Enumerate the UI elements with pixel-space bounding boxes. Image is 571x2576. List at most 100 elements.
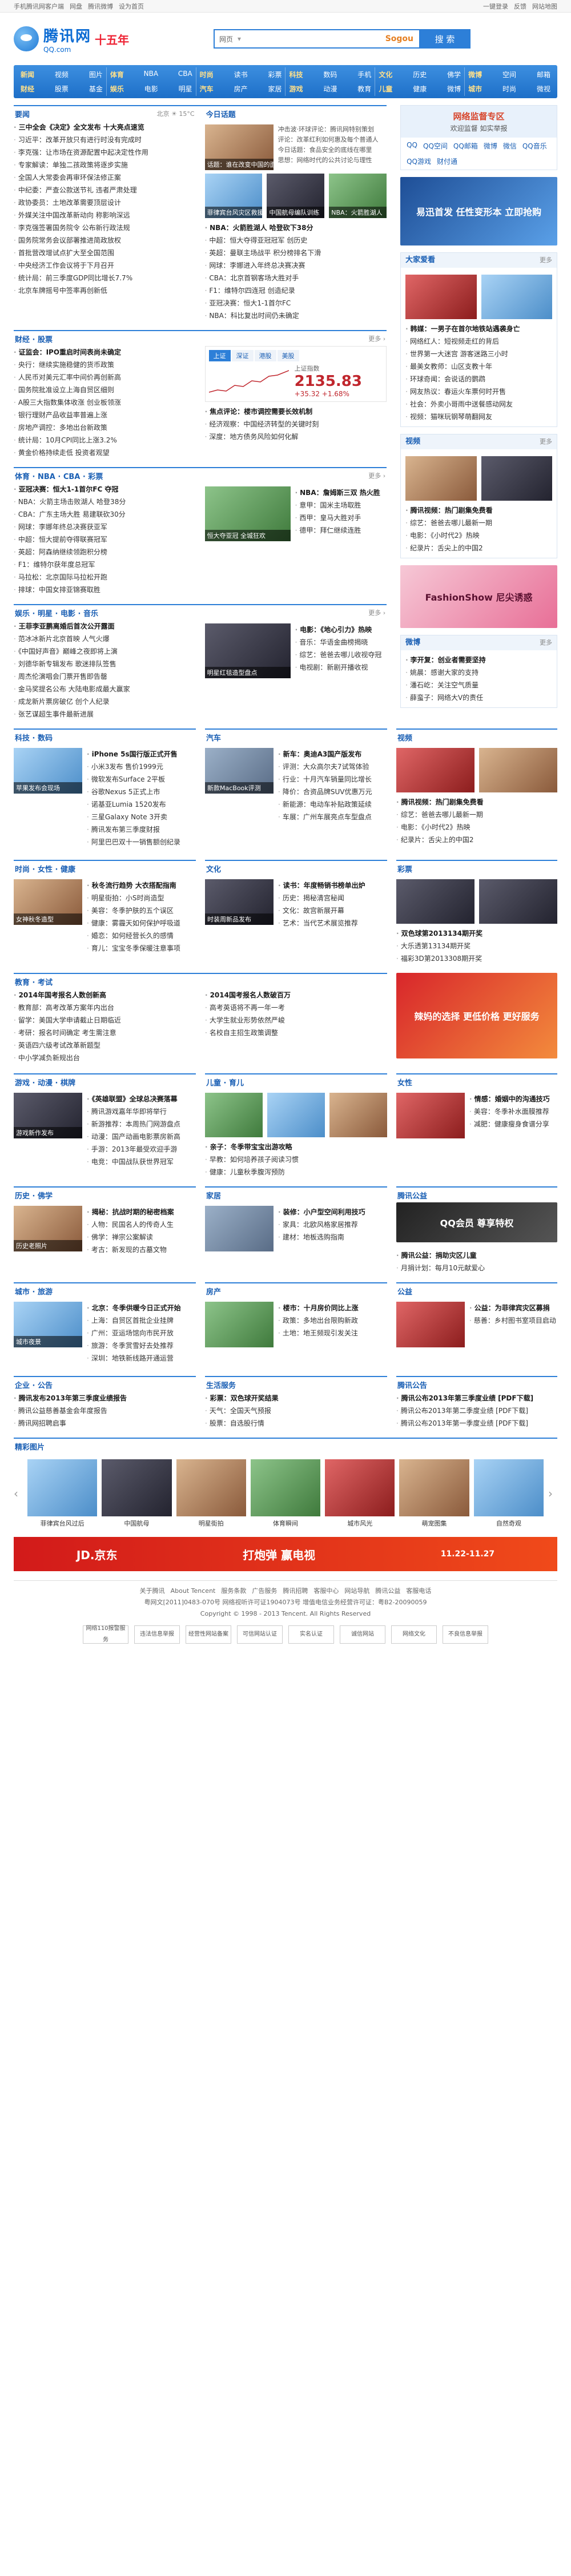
tencent-notice-title[interactable]: 腾讯公告 [397,1379,427,1390]
news-item[interactable]: · 李克强签署国务院令 公布新行政法规 [14,222,196,234]
tech-image[interactable]: 苹果发布会现场 [14,748,82,794]
women-title[interactable]: 女性 [397,1077,412,1088]
top-link[interactable]: 一键登录 [483,3,508,10]
news-item[interactable]: · 首批营改增试点扩大至全国范围 [14,247,196,259]
chevron-right-icon[interactable]: › [548,1487,557,1500]
kids-item[interactable]: · 健康：儿童秋季腹泻预防 [205,1166,387,1178]
footer-link[interactable]: 客服中心 [313,1587,339,1595]
nav-item[interactable]: 家居 [268,84,282,94]
culture-item[interactable]: · 读书：年度畅销书榜单出炉 [278,879,387,892]
games-item[interactable]: · 新游推荐：本周热门网游盘点 [87,1118,196,1130]
search-type-select[interactable]: 网页 [219,34,233,44]
news-item[interactable]: · 国务院常务会议部署推进简政放权 [14,234,196,247]
stock-note[interactable]: · 焦点评论：楼市调控需要长效机制 [205,405,387,418]
more-link[interactable]: 更多 › [368,608,385,617]
edu-title[interactable]: 教育 · 考试 [15,976,53,987]
fashion-item[interactable]: · 健康：雾霾天如何保护呼吸道 [87,917,196,929]
fashion-item[interactable]: · 美容：冬季护肤的五个误区 [87,904,196,917]
stock-note[interactable]: · 经济观察：中国经济转型的关键时刻 [205,418,387,430]
auto-item[interactable]: · 降价：合资品牌SUV优惠万元 [278,786,387,798]
fashion-title[interactable]: 时尚 · 女性 · 健康 [15,863,75,874]
culture-item[interactable]: · 文化：故宫新展开幕 [278,904,387,917]
nav-item[interactable]: 娱乐 [110,84,124,94]
city-item[interactable]: · 深圳：地铁新线路开通运营 [87,1352,196,1365]
top-link[interactable]: 反馈 [514,3,526,10]
games-item[interactable]: · 《英雄联盟》全球总决赛落幕 [87,1093,196,1105]
tech-item[interactable]: · 微软发布Surface 2平板 [87,773,196,786]
news-item[interactable]: · 中超：恒大夺得亚冠冠军 创历史 [205,234,387,247]
news-section-title[interactable]: 要闻 [15,108,30,119]
news-item[interactable]: · 政协委员：土地改革需要顶层设计 [14,196,196,209]
edu-item[interactable]: · 留学：美国大学申请截止日期临近 [14,1014,196,1027]
news-item[interactable]: · NBA：科比复出时间仍未确定 [205,309,387,322]
kids-item[interactable]: · 亲子：冬季带宝宝出游攻略 [205,1141,387,1153]
women-item[interactable]: · 减肥：健康瘦身食谱分享 [469,1118,557,1130]
games-item[interactable]: · 手游：2013年最受欢迎手游 [87,1143,196,1156]
video-thumb[interactable] [405,456,477,501]
nav-item[interactable]: 微视 [537,84,550,94]
nav-item[interactable]: 手机 [357,70,371,79]
qq-service-link[interactable]: 微信 [503,141,517,151]
sports-item[interactable]: · CBA：广东主场大胜 易建联砍30分 [14,508,196,521]
sports-item[interactable]: · 网球：李娜年终总决赛获亚军 [14,521,196,533]
edu-item[interactable]: · 大学生就业形势依然严峻 [205,1014,387,1027]
tencent-notice-item[interactable]: · 腾讯公布2013年第一季度业绩 [PDF下载] [396,1417,557,1430]
corp-item[interactable]: · 腾讯网招聘启事 [14,1417,196,1430]
gallery-image[interactable] [27,1459,98,1516]
video-item[interactable]: · 电影：《小时代2》热映 [405,529,552,542]
gallery-item[interactable]: 中国航母 [102,1459,172,1528]
finance-item[interactable]: · 证监会：IPO重启时间表尚未确定 [14,346,196,359]
lottery-image[interactable] [479,879,557,924]
login-title[interactable]: 网络监督专区 [401,110,557,122]
chevron-left-icon[interactable]: ‹ [14,1487,23,1500]
news-item[interactable]: · 李克强：让市场在资源配置中起决定性作用 [14,146,196,159]
certification-badge[interactable]: 不良信息举报 [443,1625,488,1644]
house-image[interactable] [205,1302,274,1347]
home-item[interactable]: · 家具：北欧风格家居推荐 [278,1218,387,1231]
women-item[interactable]: · 美容：冬季补水面膜推荐 [469,1105,557,1118]
ent-item[interactable]: · 张艺谋超生事件最新进展 [14,708,196,721]
corp-title[interactable]: 企业 · 公告 [15,1379,53,1390]
gallery-item[interactable]: 萌宠图集 [399,1459,469,1528]
nav-item[interactable]: 健康 [413,84,427,94]
auto-title[interactable]: 汽车 [206,732,221,743]
finance-item[interactable]: · A股三大指数集体收涨 创业板领涨 [14,396,196,409]
edu-item[interactable]: · 名校自主招生政策调整 [205,1027,387,1039]
video-item[interactable]: · 腾讯视频：热门剧集免费看 [405,504,552,517]
charity-image[interactable] [396,1302,465,1347]
auto-item[interactable]: · 车展：广州车展亮点车型盘点 [278,811,387,823]
finance-item[interactable]: · 统计局：10月CPI同比上涨3.2% [14,434,196,446]
topic-line[interactable]: 思想：网络时代的公共讨论与理性 [278,155,387,166]
ent-item[interactable]: · 金马奖提名公布 大陆电影成最大赢家 [14,683,196,695]
top-link[interactable]: 设为首页 [119,3,144,10]
life-title[interactable]: 生活服务 [206,1379,236,1390]
city-item[interactable]: · 北京：冬季供暖今日正式开始 [87,1302,196,1314]
gallery-image[interactable] [102,1459,172,1516]
recommend-item[interactable]: · 网络红人：短视频走红的背后 [405,335,552,348]
finance-item[interactable]: · 黄金价格持续走低 投资者观望 [14,446,196,459]
recommend-item[interactable]: · 韩媒：一男子在首尔地铁站遇袭身亡 [405,323,552,335]
ent-item[interactable]: · 刘德华新专辑发布 歌迷排队签售 [14,658,196,670]
fashion-image[interactable]: 女神秋冬造型 [14,879,82,925]
auto-image[interactable]: 新款MacBook评测 [205,748,274,794]
news-item[interactable]: · CBA：北京首钢客场大胜对手 [205,272,387,284]
nav-item[interactable]: 微博 [447,84,461,94]
tech-item[interactable]: · 阿里巴巴双十一销售额创纪录 [87,836,196,848]
footer-link[interactable]: 广告服务 [252,1587,277,1595]
kids-image[interactable] [329,1093,387,1137]
search-button[interactable]: 搜 索 [419,29,471,49]
corp-item[interactable]: · 腾讯发布2013年第三季度业绩报告 [14,1392,196,1404]
edu-item[interactable]: · 2014年国考报名人数创新高 [14,989,196,1001]
ent-side-item[interactable]: · 电影：《地心引力》热映 [295,623,387,636]
house-item[interactable]: · 土地：地王频现引发关注 [278,1327,387,1339]
edu-item[interactable]: · 2014国考报名人数破百万 [205,989,387,1001]
games-item[interactable]: · 电竞：中国战队获世界冠军 [87,1156,196,1168]
kids-image[interactable] [267,1093,325,1137]
stock-tab[interactable]: 上证 [208,350,231,361]
video-item[interactable]: · 综艺：爸爸去哪儿最新一期 [405,517,552,529]
tech-item[interactable]: · 三星Galaxy Note 3开卖 [87,811,196,823]
top-link[interactable]: 网盘 [70,3,82,10]
blog-title[interactable]: 微博 [405,635,420,650]
gallery-image[interactable] [250,1459,321,1516]
house-item[interactable]: · 政策：多地出台限购新政 [278,1314,387,1327]
